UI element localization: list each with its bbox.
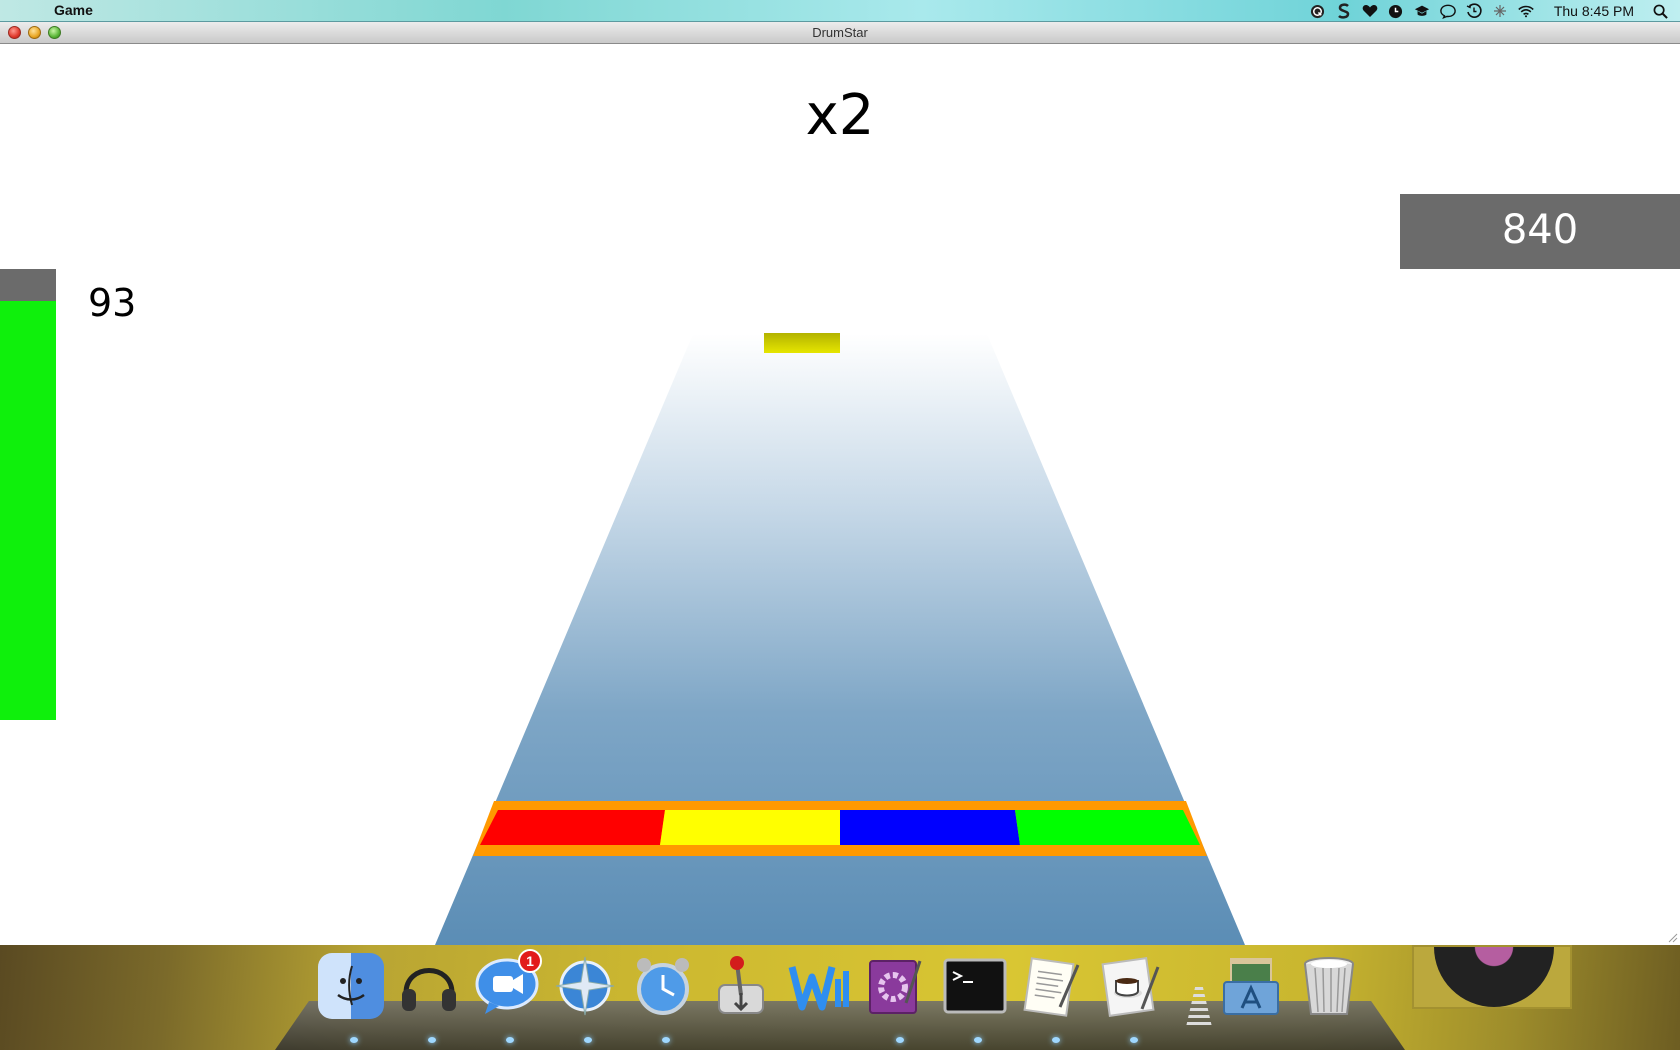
graduation-icon[interactable] (1414, 3, 1430, 19)
textedit-icon[interactable] (1020, 953, 1086, 1019)
falling-note-yellow (764, 333, 840, 353)
window-resize-grip[interactable] (1666, 931, 1678, 943)
menu-bar: Game Thu 8:45 PM (0, 0, 1680, 22)
bluetooth-icon[interactable] (1492, 3, 1508, 19)
dock: 1 (0, 945, 1680, 1050)
s-icon[interactable] (1336, 3, 1352, 19)
finder-icon[interactable] (318, 953, 384, 1019)
note-highway (435, 333, 1245, 945)
joystick-icon[interactable] (708, 953, 774, 1019)
headphones-icon[interactable] (396, 953, 462, 1019)
lane-red (480, 810, 665, 845)
coffee-icon[interactable] (1098, 953, 1164, 1019)
ichat-notification-badge: 1 (518, 949, 542, 973)
health-value: 93 (88, 281, 137, 325)
running-indicator (428, 1037, 436, 1043)
running-indicator (662, 1037, 670, 1043)
trash-icon[interactable] (1296, 953, 1362, 1019)
gear-doc-icon[interactable] (864, 953, 930, 1019)
spotlight-search-icon[interactable] (1652, 3, 1668, 19)
running-indicator (506, 1037, 514, 1043)
chat-icon[interactable] (1440, 3, 1456, 19)
score-value: 840 (1501, 207, 1579, 253)
word-icon[interactable] (786, 953, 852, 1019)
lane-yellow (660, 810, 840, 845)
score-panel: 840 (1400, 194, 1680, 269)
game-area[interactable]: x2 840 93 (0, 44, 1680, 945)
ichat-icon[interactable]: 1 (474, 949, 542, 1019)
running-indicator (1052, 1037, 1060, 1043)
heart-icon[interactable] (1362, 3, 1378, 19)
q-icon[interactable] (1310, 3, 1326, 19)
score-multiplier: x2 (805, 83, 875, 148)
vinyl-record-widget[interactable] (1412, 945, 1572, 1009)
compass-icon[interactable] (552, 953, 618, 1019)
running-indicator (584, 1037, 592, 1043)
lane-blue (840, 810, 1020, 845)
running-indicator (1130, 1037, 1138, 1043)
health-meter-cap (0, 269, 56, 301)
status-area: Thu 8:45 PM (1310, 0, 1668, 22)
applications-stack-icon[interactable] (1218, 953, 1284, 1019)
alarm-clock-icon[interactable] (630, 953, 696, 1019)
app-menu-name[interactable]: Game (54, 2, 93, 18)
running-indicator (896, 1037, 904, 1043)
time-machine-icon[interactable] (1466, 3, 1482, 19)
window-titlebar: DrumStar (0, 22, 1680, 44)
window-title: DrumStar (812, 25, 868, 40)
running-indicator (350, 1037, 358, 1043)
hit-bar (473, 801, 1207, 856)
lane-green (1015, 810, 1200, 845)
terminal-icon[interactable] (942, 953, 1008, 1019)
wifi-icon[interactable] (1518, 3, 1534, 19)
running-indicator (974, 1037, 982, 1043)
menubar-clock[interactable]: Thu 8:45 PM (1554, 3, 1634, 19)
health-meter-fill (0, 301, 56, 720)
clock-icon[interactable] (1388, 3, 1404, 19)
